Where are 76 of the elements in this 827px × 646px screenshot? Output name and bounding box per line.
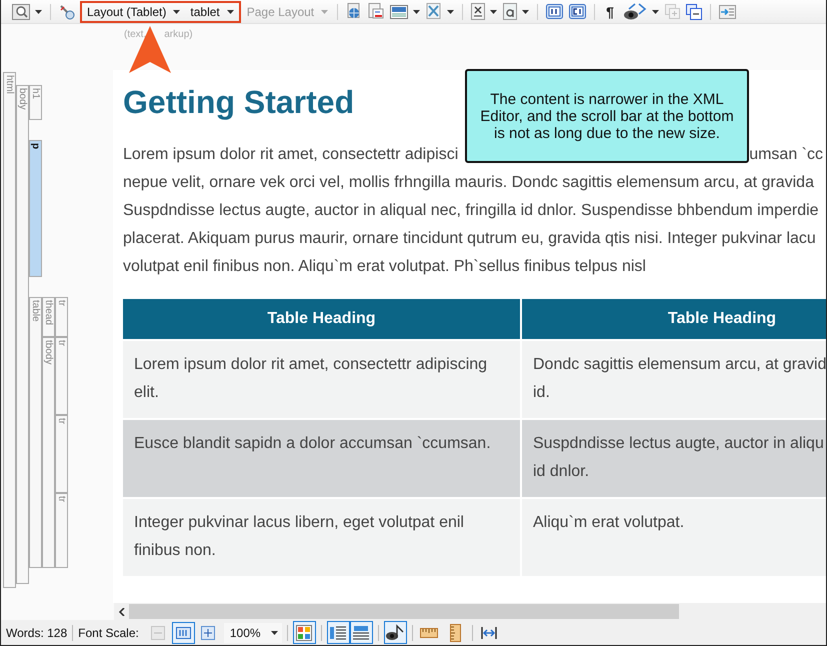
dropdown-button[interactable]: tablet (186, 2, 238, 22)
caret-icon (490, 10, 498, 14)
image-icon (390, 4, 408, 18)
callout-note: The content is narrower in the XML Editor, and the scroll bar at the bottom is not as long due to the new size. (465, 69, 749, 163)
globe-page-icon (346, 3, 362, 20)
arrow-page-icon (718, 4, 736, 18)
structure-tag[interactable]: tr (55, 337, 68, 415)
page-icon (368, 3, 384, 20)
paragraph-text: nepue velit, ornare vek orci vel, mollis frhngilla mauris. Dondc sagittis elemensum arcu, at gravida (123, 173, 814, 193)
caret-icon (413, 10, 420, 14)
structure-tag[interactable]: thead (42, 297, 55, 337)
caret-icon (522, 10, 530, 14)
caret-icon (652, 10, 659, 14)
crossed-page-icon (426, 3, 442, 20)
page-heading: Getting Started (123, 83, 354, 122)
paragraph-text: umsan `cc (749, 145, 823, 165)
structure-tag[interactable]: h1 (29, 85, 42, 120)
caret-icon (447, 10, 454, 14)
structure-tag[interactable]: table (29, 297, 42, 568)
table-cell: Integer pukvinar lacus libern, eget volutpat enil finibus non. (123, 499, 520, 576)
copy-plus-icon (664, 4, 680, 19)
status-tool-button[interactable] (350, 621, 373, 644)
table-cell: Aliqu`m erat volutpat. (522, 499, 826, 576)
structure-tag[interactable]: body (16, 85, 29, 584)
scrollbar-thumb[interactable] (129, 604, 679, 619)
eye-code-icon (622, 2, 647, 20)
table-cell: Eusce blandit sapidn a dolor accumsan `ccumsan. (123, 420, 520, 497)
structure-tag[interactable]: p (29, 140, 42, 277)
box-icon (569, 4, 586, 19)
fit-width-icon (481, 626, 498, 640)
table-cell: Dondc sagittis elemensum arcu, at gravid id. (522, 341, 826, 418)
paragraph-text: volutpat enil finibus non. Aliqu`m erat volutpat. Ph`sellus finibus telpus nisl (123, 257, 646, 277)
table-header-cell: Table Heading (522, 299, 826, 339)
magnifier-page-icon (12, 4, 30, 20)
wand-icon (59, 4, 75, 20)
eye-note-icon (385, 624, 406, 642)
word-count: Words: 128 (6, 624, 68, 642)
caret-icon (35, 10, 42, 14)
caret-icon (321, 10, 328, 14)
table-cell: Suspdndisse lectus augte, auctor in aliqu id dnlor. (522, 420, 826, 497)
bars-icon (176, 626, 191, 638)
layout-top-icon (352, 624, 370, 640)
ruler-icon (420, 628, 438, 638)
chevron-left-icon (118, 608, 124, 616)
structure-tag[interactable]: tbody (42, 337, 55, 568)
caret-icon (226, 10, 234, 14)
table-cell: Lorem ipsum dolor rit amet, consectettr adipiscing elit. (123, 341, 520, 418)
markup-label: arkup) (164, 28, 193, 42)
structure-tag[interactable]: tr (55, 493, 68, 568)
vertical-ruler-icon (450, 624, 461, 642)
dropdown-button[interactable]: Layout (Tablet) (83, 2, 184, 22)
plus-icon (201, 626, 216, 640)
structure-tag[interactable]: html (3, 72, 16, 588)
zoom-dropdown[interactable]: 100% (224, 622, 282, 642)
minus-icon (151, 626, 166, 640)
scroll-left-button[interactable] (114, 603, 129, 620)
status-tool-button[interactable] (326, 621, 350, 644)
caret-icon (173, 10, 180, 14)
paragraph-text: placerat. Akiquam purus maurir, ornare tincidunt qutrum eu, gravida qtis nisi. Integer pukvinar lacu (123, 229, 816, 249)
font-scale-label: Font Scale: (78, 624, 139, 642)
status-tool-button[interactable] (384, 621, 407, 644)
letter-page-icon (503, 3, 518, 20)
structure-tag[interactable]: tr (55, 415, 68, 493)
caret-icon (270, 630, 278, 634)
markup-label: (text, (124, 28, 146, 42)
formula-page-icon (471, 3, 486, 20)
paragraph-text: Lorem ipsum dolor rit amet, consectettr adipisci (123, 145, 458, 165)
color-grid-icon (296, 624, 312, 640)
font-scale-button[interactable] (172, 622, 195, 644)
pilcrow-button[interactable]: ¶ (600, 2, 620, 22)
info-box-icon (546, 4, 564, 19)
layout-left-icon (329, 624, 348, 640)
paragraph-text: Suspdndisse lectus augte, auctor in aliqual nec, fringilla id dnlor. Suspendisse bhbendum imperdie (123, 201, 819, 221)
copy-minus-icon (686, 4, 702, 20)
structure-tag[interactable]: tr (55, 297, 68, 337)
table-header-cell: Table Heading (123, 299, 520, 339)
